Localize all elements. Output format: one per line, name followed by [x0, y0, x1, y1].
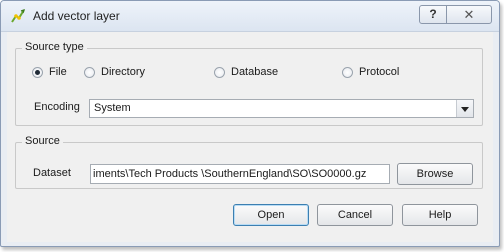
close-button[interactable]: ✕ — [446, 5, 492, 24]
radio-database-indicator[interactable] — [214, 66, 225, 78]
source-legend: Source — [22, 135, 63, 147]
browse-button[interactable]: Browse — [397, 163, 473, 185]
encoding-value: System — [94, 102, 131, 114]
radio-directory-label: Directory — [101, 66, 146, 78]
radio-directory[interactable]: Directory — [84, 64, 145, 80]
qgis-vector-layer-icon — [11, 9, 25, 23]
title-bar: Add vector layer ? ✕ — [1, 1, 499, 32]
dataset-path-input[interactable]: iments\Tech Products \SouthernEngland\SO… — [90, 164, 390, 184]
dataset-path-text: iments\Tech Products \SouthernEngland\SO… — [93, 168, 367, 180]
encoding-select[interactable]: System — [89, 99, 474, 118]
cancel-button[interactable]: Cancel — [317, 204, 393, 226]
help-title-button[interactable]: ? — [419, 5, 447, 24]
dataset-label: Dataset — [33, 167, 71, 179]
radio-protocol-indicator[interactable] — [342, 66, 353, 78]
radio-file[interactable]: File — [32, 64, 67, 80]
radio-file-label: File — [49, 66, 67, 78]
dialog-body: Source type File Directory Database Prot… — [7, 32, 493, 242]
help-button[interactable]: Help — [402, 204, 478, 226]
source-group: Source Dataset iments\Tech Products \Sou… — [15, 135, 483, 189]
radio-directory-indicator[interactable] — [84, 66, 95, 78]
radio-protocol[interactable]: Protocol — [342, 64, 399, 80]
radio-database-label: Database — [231, 66, 279, 78]
window-title: Add vector layer — [33, 9, 120, 23]
source-type-group: Source type File Directory Database Prot… — [15, 41, 483, 126]
radio-protocol-label: Protocol — [359, 66, 400, 78]
open-button[interactable]: Open — [233, 204, 309, 226]
radio-database[interactable]: Database — [214, 64, 278, 80]
encoding-label: Encoding — [34, 101, 80, 113]
source-type-legend: Source type — [22, 41, 87, 53]
radio-file-indicator[interactable] — [32, 66, 43, 78]
add-vector-layer-dialog: Add vector layer ? ✕ Source type File Di… — [0, 0, 500, 247]
chevron-down-icon[interactable] — [456, 100, 473, 117]
